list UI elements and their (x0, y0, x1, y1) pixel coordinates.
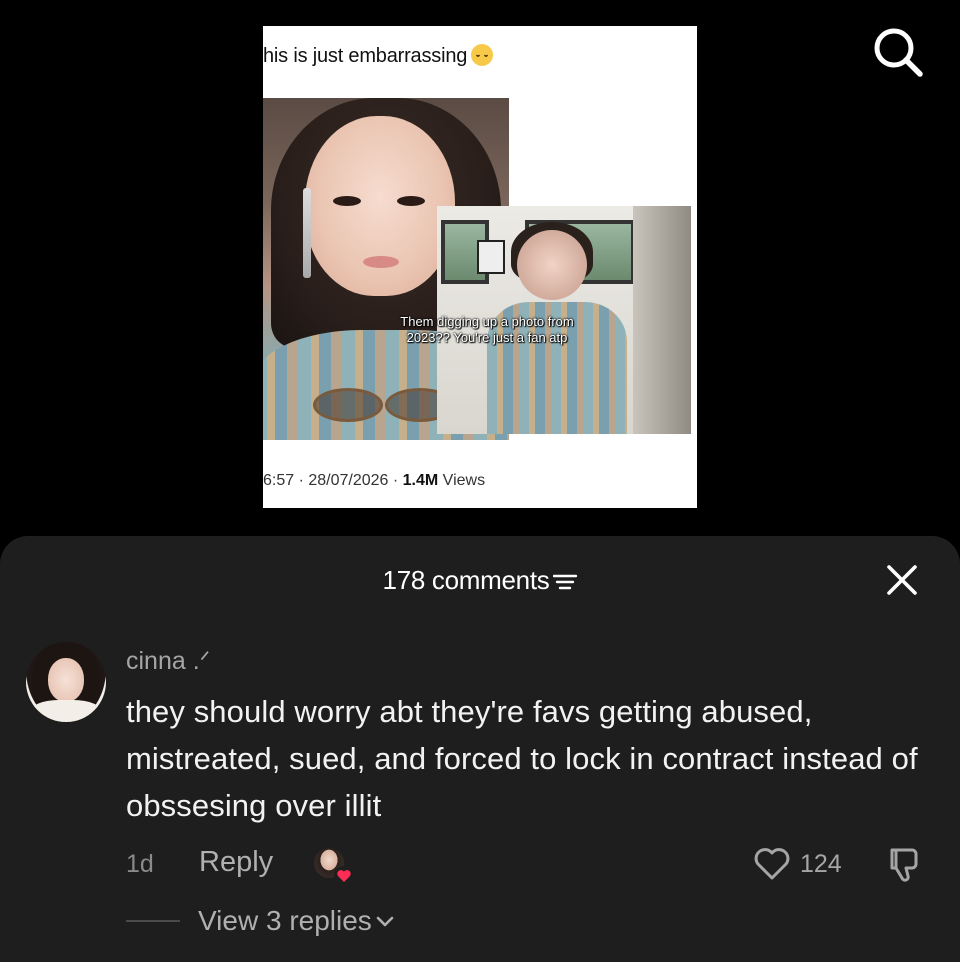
post-meta-views: 1.4M (402, 472, 439, 489)
comment-text: they should worry abt they're favs getti… (126, 694, 918, 823)
photo-glasses (313, 388, 383, 422)
like-count: 124 (800, 850, 842, 878)
comment-time: 1d (126, 850, 154, 878)
post-caption-text: his is just embarrassing (263, 45, 468, 67)
heart-badge-icon (334, 866, 354, 886)
comments-header: 178 comments (0, 560, 960, 600)
photo-overlay-text: Them digging up a photo from 2023?? You'… (400, 314, 574, 345)
photo-earring (303, 188, 311, 278)
photo-face (305, 116, 455, 296)
chevron-down-icon (376, 916, 394, 927)
view-replies-button[interactable]: View 3 replies (198, 905, 394, 937)
comment-username[interactable]: cinna .ᐟ (126, 646, 210, 676)
close-icon[interactable] (884, 560, 920, 600)
creator-liked-badge[interactable] (312, 846, 354, 886)
thumbs-down-icon[interactable] (884, 846, 924, 884)
search-icon[interactable] (868, 22, 928, 82)
replies-divider (126, 920, 180, 922)
media-area: his is just embarrassing Them digging up… (0, 0, 960, 540)
comments-count: 178 comments (382, 565, 550, 595)
post-meta-time: 6:57 · 28/07/2026 · (263, 472, 403, 489)
view-replies-label: View 3 replies (198, 905, 372, 936)
avatar[interactable] (26, 642, 106, 722)
heart-outline-icon[interactable] (752, 846, 792, 882)
post-caption: his is just embarrassing (263, 44, 494, 68)
post-screenshot[interactable]: his is just embarrassing Them digging up… (263, 26, 697, 508)
post-meta: 6:57 · 28/07/2026 · 1.4M Views (263, 472, 485, 490)
reply-button[interactable]: Reply (199, 846, 273, 879)
loudly-crying-face-icon (471, 44, 494, 66)
sort-icon[interactable] (553, 573, 578, 591)
post-meta-views-suffix: Views (438, 472, 486, 489)
